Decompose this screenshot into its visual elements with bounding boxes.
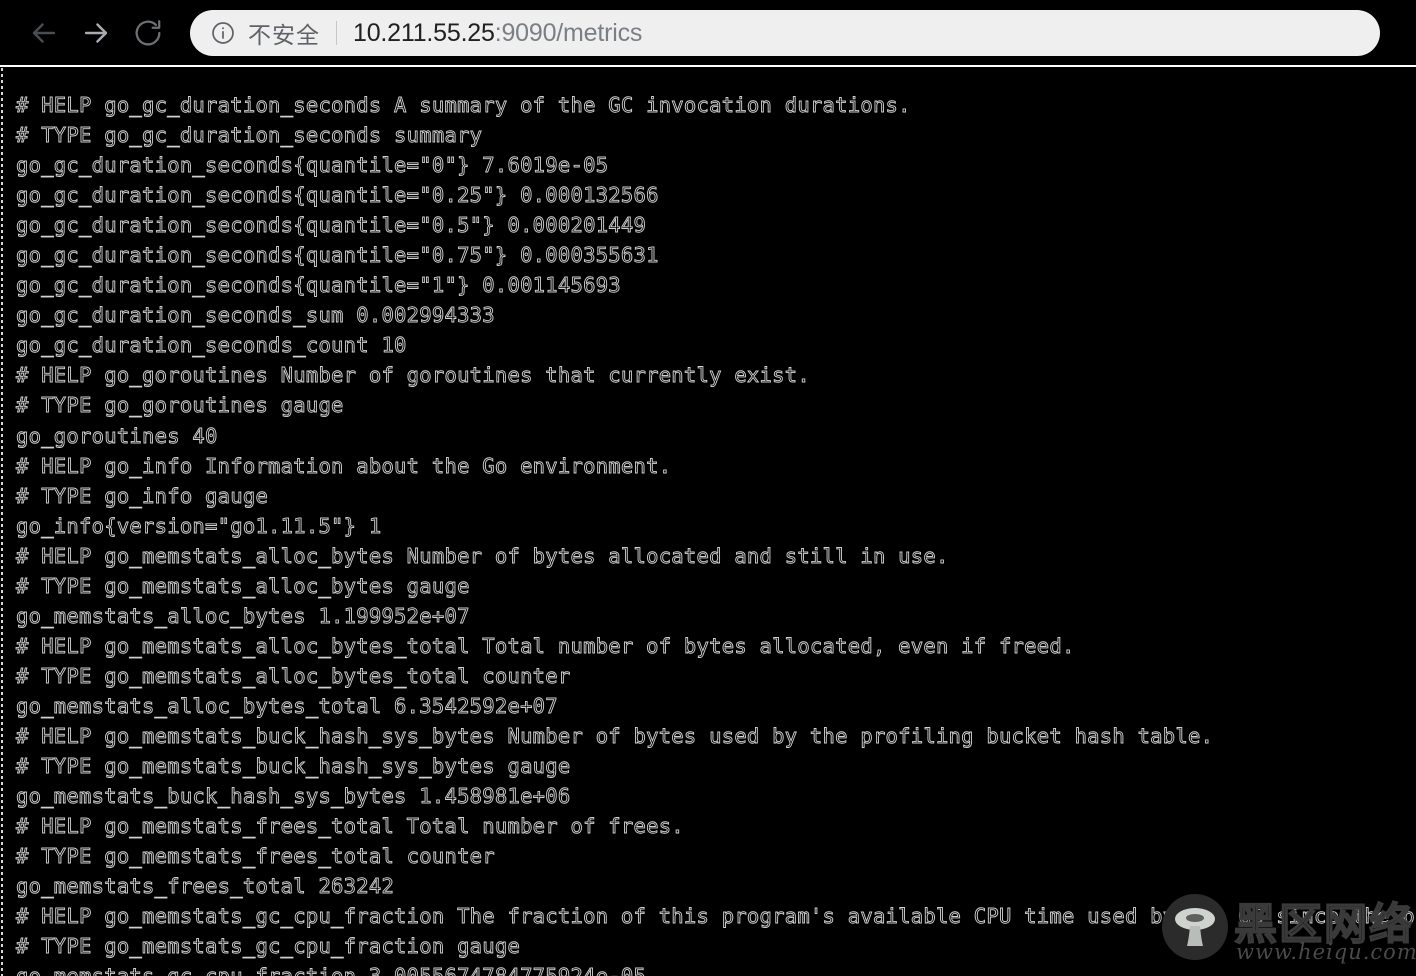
metrics-page-content: # HELP go_gc_duration_seconds A summary … — [0, 68, 1416, 976]
browser-toolbar: 不安全 10.211.55.25:9090/metrics — [0, 0, 1416, 66]
url-host: 10.211.55.25 — [353, 18, 495, 47]
security-status-label: 不安全 — [248, 22, 320, 48]
url-path: :9090/metrics — [494, 18, 643, 47]
back-button[interactable] — [18, 7, 70, 59]
reload-button[interactable] — [122, 7, 174, 59]
info-circle-icon[interactable] — [210, 20, 236, 46]
omnibox-divider — [336, 21, 337, 45]
viewport-left-edge — [1, 68, 3, 976]
metrics-text: # HELP go_gc_duration_seconds A summary … — [16, 93, 1416, 976]
reload-icon — [132, 17, 164, 49]
forward-button[interactable] — [70, 7, 122, 59]
address-bar[interactable]: 不安全 10.211.55.25:9090/metrics — [190, 10, 1380, 56]
arrow-right-icon — [79, 16, 113, 50]
arrow-left-icon — [27, 16, 61, 50]
toolbar-separator — [0, 65, 1416, 67]
url-text[interactable]: 10.211.55.25:9090/metrics — [353, 19, 642, 48]
